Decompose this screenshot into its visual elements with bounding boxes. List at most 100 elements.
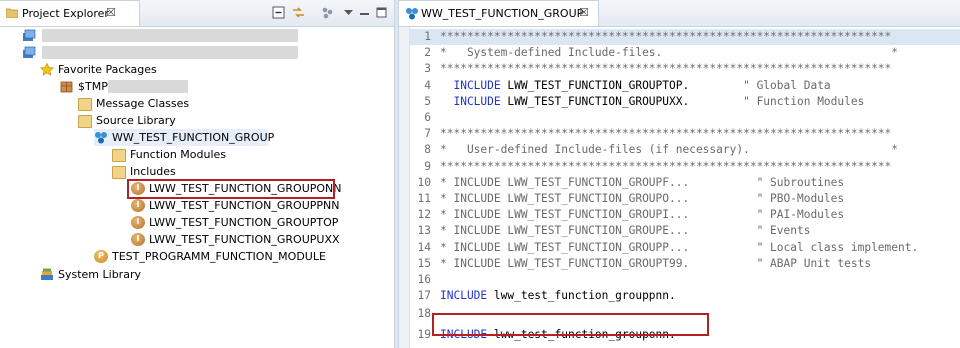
redacted-package-suffix xyxy=(108,80,188,93)
project-explorer-tab[interactable]: Project Explorer ☒ xyxy=(0,0,140,26)
code-line[interactable]: 1 ***************************************… xyxy=(409,29,960,45)
code-text: ****************************************… xyxy=(440,159,892,173)
code-text: * INCLUDE LWW_TEST_FUNCTION_GROUPF... " … xyxy=(440,175,845,189)
code-line[interactable]: 14 * INCLUDE LWW_TEST_FUNCTION_GROUPP... … xyxy=(409,240,960,256)
code-operand: LWW_TEST_FUNCTION_GROUPUXX. xyxy=(500,94,690,108)
code-line[interactable]: 15 * INCLUDE LWW_TEST_FUNCTION_GROUPT99. … xyxy=(409,256,960,272)
code-line[interactable]: 7 ***************************************… xyxy=(409,126,960,142)
redacted-project-name xyxy=(42,46,298,59)
editor-tab-label: WW_TEST_FUNCTION_GROUP xyxy=(421,7,584,20)
code-line[interactable]: 9 ***************************************… xyxy=(409,159,960,175)
close-icon[interactable]: ☒ xyxy=(579,6,589,19)
line-number: 15 xyxy=(417,256,431,270)
code-text: * INCLUDE LWW_TEST_FUNCTION_GROUPP... " … xyxy=(440,240,919,254)
code-text: ****************************************… xyxy=(440,127,892,141)
code-operand: lww_test_function_grouppnn. xyxy=(487,289,676,303)
program-icon: P xyxy=(94,250,108,263)
line-number: 18 xyxy=(417,307,431,321)
abap-project-icon xyxy=(23,29,36,41)
code-text: * INCLUDE LWW_TEST_FUNCTION_GROUPE... " … xyxy=(440,224,811,238)
maximize-icon[interactable] xyxy=(375,6,388,19)
folder-icon xyxy=(78,98,92,111)
folder-icon xyxy=(112,166,126,179)
line-number: 7 xyxy=(424,127,431,141)
line-number: 4 xyxy=(424,78,431,92)
code-text: INCLUDE LWW_TEST_FUNCTION_GROUPUXX. " Fu… xyxy=(440,94,864,110)
code-line[interactable]: 2 * System-defined Include-files. * xyxy=(409,45,960,61)
function-group-icon xyxy=(95,132,107,144)
line-number: 1 xyxy=(424,30,431,43)
code-line[interactable]: 10 * INCLUDE LWW_TEST_FUNCTION_GROUPF... … xyxy=(409,175,960,191)
close-icon[interactable]: ☒ xyxy=(106,6,116,19)
code-line[interactable]: 12 * INCLUDE LWW_TEST_FUNCTION_GROUPI... … xyxy=(409,207,960,223)
project-row[interactable] xyxy=(22,27,302,44)
code-operand: LWW_TEST_FUNCTION_GROUPTOP. xyxy=(500,78,690,92)
line-number: 11 xyxy=(417,192,431,205)
code-text: ****************************************… xyxy=(440,30,892,43)
code-text: * INCLUDE LWW_TEST_FUNCTION_GROUPI... " … xyxy=(440,208,845,222)
function-group-icon xyxy=(406,8,418,20)
line-number: 9 xyxy=(424,159,431,173)
highlight-box xyxy=(127,179,335,199)
line-number: 19 xyxy=(417,327,431,341)
project-explorer-tab-label: Project Explorer xyxy=(22,7,109,20)
line-number: 13 xyxy=(417,224,431,238)
filters-icon[interactable] xyxy=(321,6,334,19)
include-icon: I xyxy=(131,233,145,246)
folder-icon xyxy=(78,115,92,128)
code-line[interactable]: 6 xyxy=(409,110,960,126)
line-number: 6 xyxy=(424,111,431,124)
code-line[interactable]: 17 INCLUDE lww_test_function_grouppnn. xyxy=(409,288,960,304)
editor-tab-function-group[interactable]: WW_TEST_FUNCTION_GROUP ☒ xyxy=(399,0,599,26)
tree-item-stmp[interactable]: $TMP xyxy=(60,78,190,95)
view-menu-icon[interactable] xyxy=(342,6,355,19)
code-line[interactable]: 3 ***************************************… xyxy=(409,61,960,77)
line-number: 12 xyxy=(417,208,431,222)
code-line[interactable]: 5 INCLUDE LWW_TEST_FUNCTION_GROUPUXX. " … xyxy=(409,94,960,110)
include-icon: I xyxy=(131,216,145,229)
include-icon: I xyxy=(131,199,145,212)
project-row[interactable] xyxy=(22,44,302,61)
collapse-all-icon[interactable] xyxy=(272,6,285,19)
project-explorer-view: Project Explorer ☒ Favorite Packages $TM… xyxy=(0,0,394,348)
redacted-project-name xyxy=(42,29,298,42)
code-line[interactable]: 11 * INCLUDE LWW_TEST_FUNCTION_GROUPO... … xyxy=(409,191,960,207)
minimize-icon[interactable] xyxy=(358,6,371,19)
line-number: 10 xyxy=(417,175,431,189)
tree-item-function-group[interactable]: WW_TEST_FUNCTION_GROUP xyxy=(94,129,274,146)
code-text: * User-defined Include-files (if necessa… xyxy=(440,143,899,157)
code-line[interactable]: 4 INCLUDE LWW_TEST_FUNCTION_GROUPTOP. " … xyxy=(409,78,960,94)
line-number: 17 xyxy=(417,289,431,303)
code-line[interactable]: 8 * User-defined Include-files (if necess… xyxy=(409,142,960,158)
star-icon xyxy=(40,63,54,76)
editor-view: WW_TEST_FUNCTION_GROUP ☒ 1 **************… xyxy=(399,0,960,348)
folder-icon xyxy=(112,149,126,162)
line-number: 5 xyxy=(424,94,431,108)
code-line[interactable]: 13 * INCLUDE LWW_TEST_FUNCTION_GROUPE... … xyxy=(409,223,960,239)
code-text: INCLUDE lww_test_function_grouppnn. xyxy=(440,288,676,304)
abap-project-icon xyxy=(23,46,36,58)
keyword: INCLUDE xyxy=(440,78,501,92)
code-line[interactable]: 16 xyxy=(409,272,960,288)
code-text: * System-defined Include-files. * xyxy=(440,46,899,60)
highlight-box xyxy=(432,313,709,336)
code-text: INCLUDE LWW_TEST_FUNCTION_GROUPTOP. " Gl… xyxy=(440,78,831,94)
editor-tab-bar: WW_TEST_FUNCTION_GROUP ☒ xyxy=(399,0,960,27)
inline-comment: " Function Modules xyxy=(689,94,865,108)
folder-icon xyxy=(6,8,18,18)
inline-comment: " Global Data xyxy=(689,78,831,92)
package-icon xyxy=(60,81,73,93)
library-icon xyxy=(41,268,53,280)
line-number: 3 xyxy=(424,62,431,76)
code-text: * INCLUDE LWW_TEST_FUNCTION_GROUPT99. " … xyxy=(440,256,872,270)
line-number: 16 xyxy=(417,273,431,286)
code-area[interactable]: 1 ***************************************… xyxy=(409,27,960,348)
line-number: 2 xyxy=(424,46,431,60)
keyword: INCLUDE xyxy=(440,289,488,303)
link-with-editor-icon[interactable] xyxy=(292,6,305,19)
code-text: ****************************************… xyxy=(440,62,892,76)
line-number: 14 xyxy=(417,240,431,254)
explorer-tab-bar: Project Explorer ☒ xyxy=(0,0,394,27)
line-number: 8 xyxy=(424,143,431,157)
keyword: INCLUDE xyxy=(440,94,501,108)
